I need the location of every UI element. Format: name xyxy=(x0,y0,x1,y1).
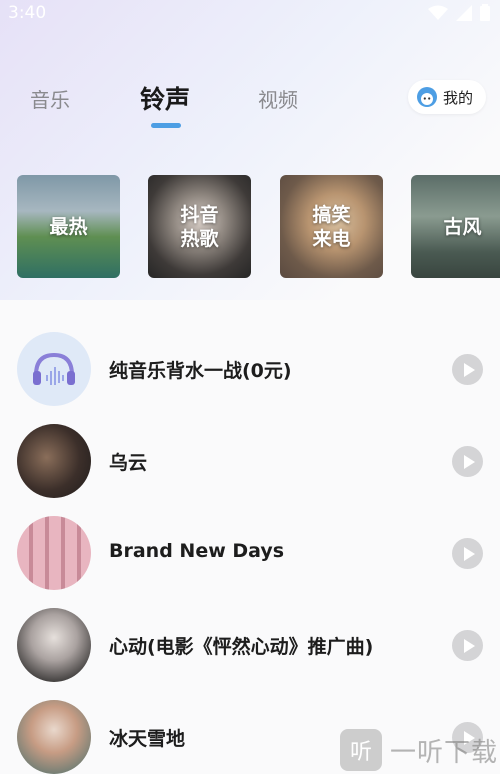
status-icons xyxy=(428,4,490,21)
category-label: 最热 xyxy=(49,215,88,238)
category-label: 搞笑 来电 xyxy=(312,203,351,250)
category-ancient-style[interactable]: 古风 xyxy=(411,175,500,278)
category-label: 古风 xyxy=(443,215,482,238)
category-funny-calls[interactable]: 搞笑 来电 xyxy=(280,175,383,278)
song-title: Brand New Days xyxy=(109,540,285,562)
watermark-text: 一听下载 xyxy=(390,737,499,768)
song-cover xyxy=(17,332,91,406)
song-title: 乌云 xyxy=(109,452,148,474)
song-title: 纯音乐背水一战(0元) xyxy=(109,360,292,382)
song-cover xyxy=(17,424,91,498)
wifi-icon xyxy=(428,5,448,20)
play-icon xyxy=(463,546,475,561)
avatar-icon xyxy=(417,87,437,107)
play-button[interactable] xyxy=(452,354,483,385)
mine-button[interactable]: 我的 xyxy=(408,80,486,114)
tab-ringtone[interactable]: 铃声 xyxy=(140,80,190,116)
active-tab-indicator xyxy=(151,123,181,128)
play-icon xyxy=(463,454,475,469)
status-bar: 3:40 xyxy=(0,0,500,28)
song-cover xyxy=(17,608,91,682)
battery-icon xyxy=(480,4,490,21)
song-row[interactable]: 纯音乐背水一战(0元) xyxy=(0,330,500,422)
watermark-logo: 听 xyxy=(340,729,382,771)
signal-icon xyxy=(456,4,472,21)
category-label: 抖音 热歌 xyxy=(180,203,219,250)
tab-music[interactable]: 音乐 xyxy=(30,84,70,113)
song-row[interactable]: 乌云 xyxy=(0,422,500,514)
status-time: 3:40 xyxy=(8,3,47,23)
category-douyin-hits[interactable]: 抖音 热歌 xyxy=(148,175,251,278)
play-button[interactable] xyxy=(452,538,483,569)
mine-button-label: 我的 xyxy=(443,88,474,107)
song-title: 心动(电影《怦然心动》推广曲) xyxy=(109,636,374,658)
song-cover xyxy=(17,700,91,774)
watermark: 听 一听下载 xyxy=(340,728,498,772)
headphones-icon xyxy=(33,352,75,385)
song-row[interactable]: 心动(电影《怦然心动》推广曲) xyxy=(0,606,500,698)
category-hottest[interactable]: 最热 xyxy=(17,175,120,278)
song-title: 冰天雪地 xyxy=(109,728,186,750)
play-button[interactable] xyxy=(452,446,483,477)
category-row: 最热 抖音 热歌 搞笑 来电 古风 xyxy=(0,175,500,279)
tab-bar: 音乐 铃声 视频 我的 xyxy=(0,70,500,140)
play-icon xyxy=(463,638,475,653)
song-row[interactable]: Brand New Days xyxy=(0,514,500,606)
song-cover xyxy=(17,516,91,590)
tab-video[interactable]: 视频 xyxy=(258,84,298,113)
play-icon xyxy=(463,362,475,377)
play-button[interactable] xyxy=(452,630,483,661)
